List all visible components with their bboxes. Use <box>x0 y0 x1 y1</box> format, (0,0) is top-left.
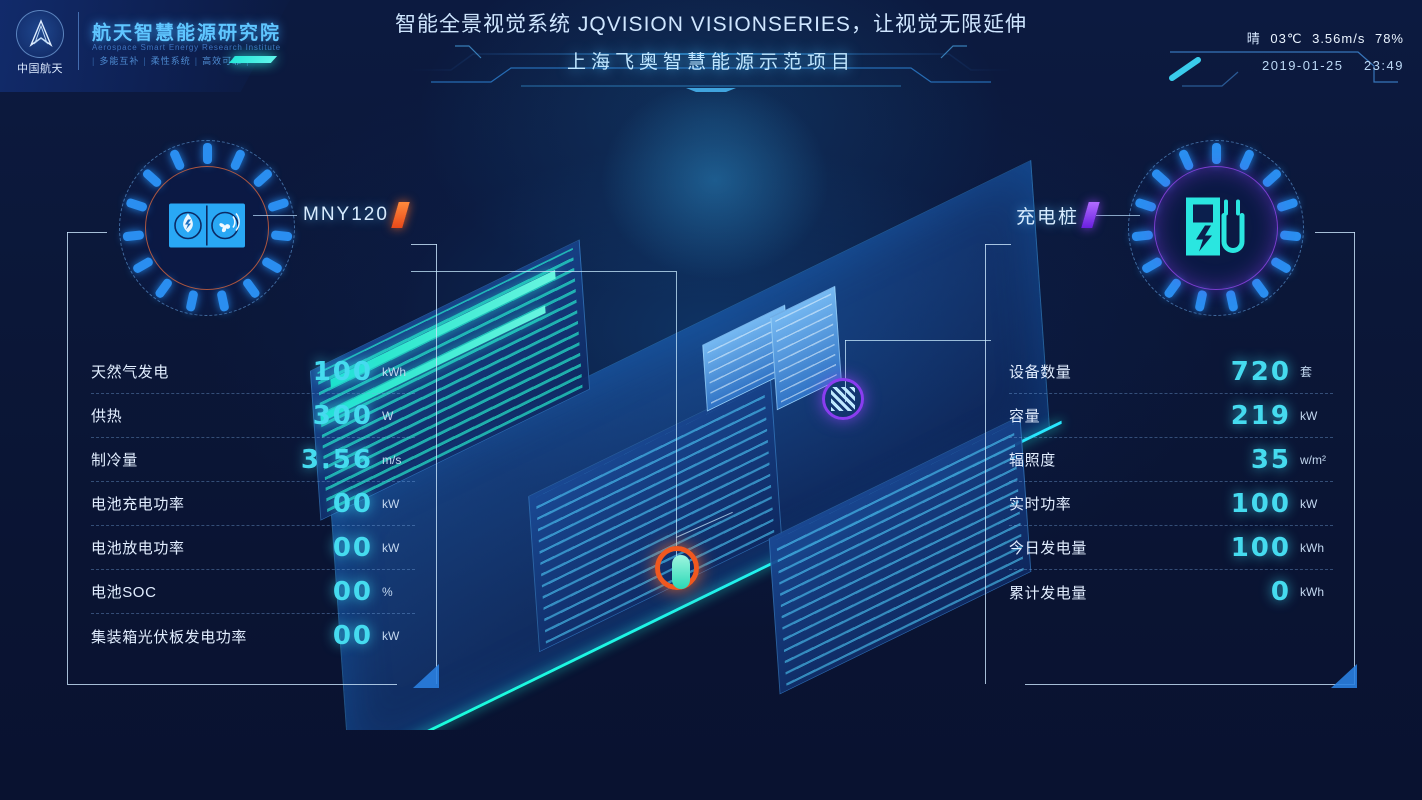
right-badge-tag[interactable]: 充电桩 <box>1010 200 1141 230</box>
metric-value: 00 <box>332 532 373 563</box>
metric-row[interactable]: 辐照度 35 w/m² <box>1009 438 1333 482</box>
water-fan-icon <box>169 203 245 253</box>
metric-row[interactable]: 集装箱光伏板发电功率 00 kW <box>91 614 415 658</box>
metric-unit: kW <box>1300 496 1318 511</box>
metric-value: 300 <box>312 400 373 431</box>
metric-label: 电池SOC <box>91 584 157 601</box>
metric-unit: m/s <box>382 452 402 467</box>
metric-unit: kW <box>1300 408 1318 423</box>
current-date: 2019-01-25 <box>1262 58 1344 73</box>
metric-label: 设备数量 <box>1009 364 1072 381</box>
metric-unit: W <box>382 408 394 423</box>
right-panel-corner-accent <box>1331 664 1357 688</box>
metric-unit: % <box>382 584 393 599</box>
metric-unit: kW <box>382 496 400 511</box>
metric-row[interactable]: 电池SOC 00 % <box>91 570 415 614</box>
metric-row[interactable]: 制冷量 3.56 m/s <box>91 438 415 482</box>
metric-unit: kWh <box>1300 540 1324 555</box>
weather-temperature: 03℃ <box>1270 31 1303 46</box>
metric-row[interactable]: 电池放电功率 00 kW <box>91 526 415 570</box>
status-hud: 晴 03℃ 3.56m/s 78% 2019-01-25 23:49 <box>1162 28 1422 90</box>
metric-label: 实时功率 <box>1009 496 1072 513</box>
right-badge-tag-label: 充电桩 <box>1016 206 1080 228</box>
metric-value: 00 <box>332 576 373 607</box>
metric-label: 累计发电量 <box>1009 584 1088 602</box>
logo-subtitle: Aerospace Smart Energy Research Institut… <box>92 43 281 52</box>
scene-center-glow <box>600 90 830 280</box>
logo-emblem-text: 中国航天 <box>17 63 63 75</box>
metric-value: 0 <box>1270 577 1291 607</box>
ev-charger-icon <box>1178 190 1254 267</box>
metric-row[interactable]: 累计发电量 0 kWh <box>1009 570 1333 614</box>
metric-row[interactable]: 电池充电功率 00 kW <box>91 482 415 526</box>
weather-humidity: 78% <box>1374 31 1404 46</box>
scene-leader-line-1 <box>676 272 677 572</box>
metric-value: 100 <box>1230 532 1291 563</box>
metric-unit: kWh <box>1300 585 1324 599</box>
metric-label: 辐照度 <box>1009 452 1056 469</box>
scene-marker-charging-pile[interactable] <box>822 378 864 420</box>
metric-label: 今日发电量 <box>1009 540 1088 557</box>
metric-row[interactable]: 天然气发电 100 kWh <box>91 350 415 394</box>
metric-value: 35 <box>1250 444 1291 475</box>
right-badge[interactable]: 充电桩 <box>1016 140 1304 316</box>
left-panel-rows: 天然气发电 100 kWh 供热 300 W 制冷量 3.56 m/s 电池充电… <box>91 350 415 658</box>
weather-wind-speed: 3.56m/s <box>1312 31 1366 46</box>
scene-leader-line-2 <box>411 271 677 272</box>
metric-label: 制冷量 <box>91 452 138 469</box>
left-badge-tag[interactable]: MNY120 <box>253 200 410 230</box>
metric-label: 电池充电功率 <box>91 496 185 513</box>
project-name: 上海飞奥智慧能源示范项目 <box>566 52 855 73</box>
metric-value: 100 <box>1230 488 1291 519</box>
scene-marker-gas-unit[interactable] <box>655 546 699 590</box>
metric-row[interactable]: 实时功率 100 kW <box>1009 482 1333 526</box>
metric-unit: kWh <box>382 364 406 379</box>
metric-row[interactable]: 设备数量 720 套 <box>1009 350 1333 394</box>
metric-value: 3.56 <box>300 444 373 475</box>
datetime-readout: 2019-01-25 23:49 <box>1262 58 1404 73</box>
metric-row[interactable]: 今日发电量 100 kWh <box>1009 526 1333 570</box>
weather-readout: 晴 03℃ 3.56m/s 78% <box>1247 28 1404 47</box>
right-metrics-panel: 充电桩 设备数量 720 套 容量 219 kW 辐照度 35 w/m² 实时功… <box>985 140 1357 688</box>
project-banner: 上海飞奥智慧能源示范项目 <box>411 42 1011 92</box>
left-metrics-panel: MNY120 天然气发电 100 kWh 供热 300 W 制冷量 3.56 m… <box>67 140 439 688</box>
metric-value: 00 <box>332 621 373 651</box>
metric-row[interactable]: 容量 219 kW <box>1009 394 1333 438</box>
metric-value: 720 <box>1230 356 1291 387</box>
metric-unit: kW <box>382 540 400 555</box>
left-badge-tag-label: MNY120 <box>303 204 389 225</box>
logo-tag-0: 多能互补 <box>99 56 140 66</box>
metric-value: 00 <box>332 488 373 519</box>
weather-condition: 晴 <box>1246 31 1261 46</box>
header: 中国航天 航天智慧能源研究院 Aerospace Smart Energy Re… <box>0 0 1422 100</box>
metric-value: 219 <box>1230 400 1291 431</box>
metric-value: 100 <box>312 356 373 387</box>
left-panel-corner-accent <box>413 664 439 688</box>
metric-unit: kW <box>382 629 400 643</box>
metric-label: 容量 <box>1009 408 1041 425</box>
metric-unit: 套 <box>1300 365 1313 379</box>
metric-label: 天然气发电 <box>91 364 170 381</box>
metric-unit: w/m² <box>1300 452 1326 467</box>
metric-label: 供热 <box>91 408 123 425</box>
logo-accent-slash <box>228 56 278 63</box>
current-time: 23:49 <box>1363 58 1404 73</box>
metric-label: 集装箱光伏板发电功率 <box>91 628 248 646</box>
right-panel-rows: 设备数量 720 套 容量 219 kW 辐照度 35 w/m² 实时功率 10… <box>1009 350 1333 614</box>
logo-tags: |多能互补|柔性系统|高效可靠| <box>92 56 248 66</box>
scene-leader-line-4 <box>845 340 991 341</box>
metric-label: 电池放电功率 <box>91 540 185 557</box>
left-badge[interactable]: MNY120 <box>119 140 410 316</box>
logo-tag-1: 柔性系统 <box>150 56 191 66</box>
metric-row[interactable]: 供热 300 W <box>91 394 415 438</box>
